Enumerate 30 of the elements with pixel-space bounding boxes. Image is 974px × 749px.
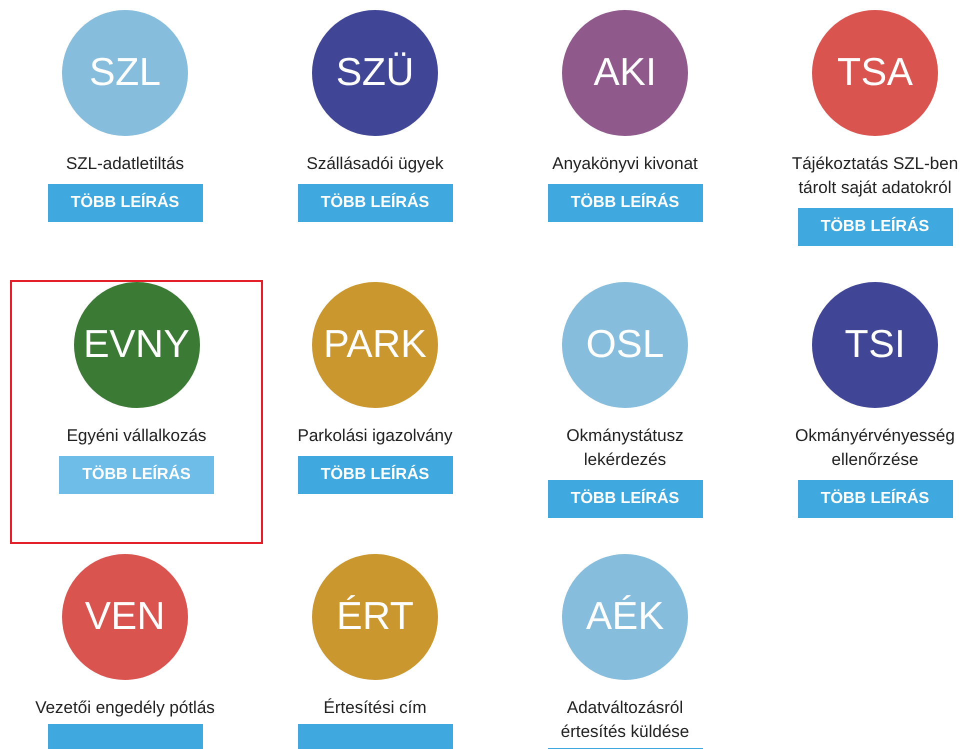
service-title: Parkolási igazolvány (298, 425, 452, 447)
service-title: Vezetői engedély pótlás (35, 697, 215, 719)
service-title: SZL-adatletiltás (66, 153, 184, 175)
service-title: Egyéni vállalkozás (66, 425, 206, 447)
service-badge: PARK (312, 282, 438, 408)
service-title: Okmánystátusz lekérdezés (566, 425, 684, 471)
service-badge: VEN (62, 554, 188, 680)
more-info-button[interactable]: TÖBB LEÍRÁS (59, 456, 214, 494)
service-badge: AKI (562, 10, 688, 136)
service-badge: SZÜ (312, 10, 438, 136)
more-info-button[interactable]: TÖBB LEÍRÁS (798, 208, 952, 246)
more-info-button[interactable]: TÖBB LEÍRÁS (298, 184, 452, 222)
more-info-button[interactable]: TÖBB LEÍRÁS (48, 184, 202, 222)
service-title: Okmányérvényesség ellenőrzése (795, 425, 955, 471)
service-badge: SZL (62, 10, 188, 136)
service-badge: AÉK (562, 554, 688, 680)
service-badge: TSA (812, 10, 938, 136)
service-title: Tájékoztatás SZL-ben tárolt saját adatokról (792, 153, 958, 199)
service-title: Szállásadói ügyek (306, 153, 444, 175)
service-title: Anyakönyvi kivonat (552, 153, 698, 175)
service-badge: ÉRT (312, 554, 438, 680)
service-title: Értesítési cím (324, 697, 426, 719)
more-info-button[interactable]: TÖBB LEÍRÁS (298, 456, 452, 494)
service-badge: OSL (562, 282, 688, 408)
more-info-button[interactable]: TÖBB LEÍRÁS (798, 480, 952, 518)
service-badge: EVNY (74, 282, 200, 408)
service-title: Adatváltozásról értesítés küldése (560, 697, 690, 743)
more-info-button[interactable]: TÖBB LEÍRÁS (548, 184, 702, 222)
service-badge: TSI (812, 282, 938, 408)
more-info-button[interactable]: TÖBB LEÍRÁS (548, 480, 702, 518)
